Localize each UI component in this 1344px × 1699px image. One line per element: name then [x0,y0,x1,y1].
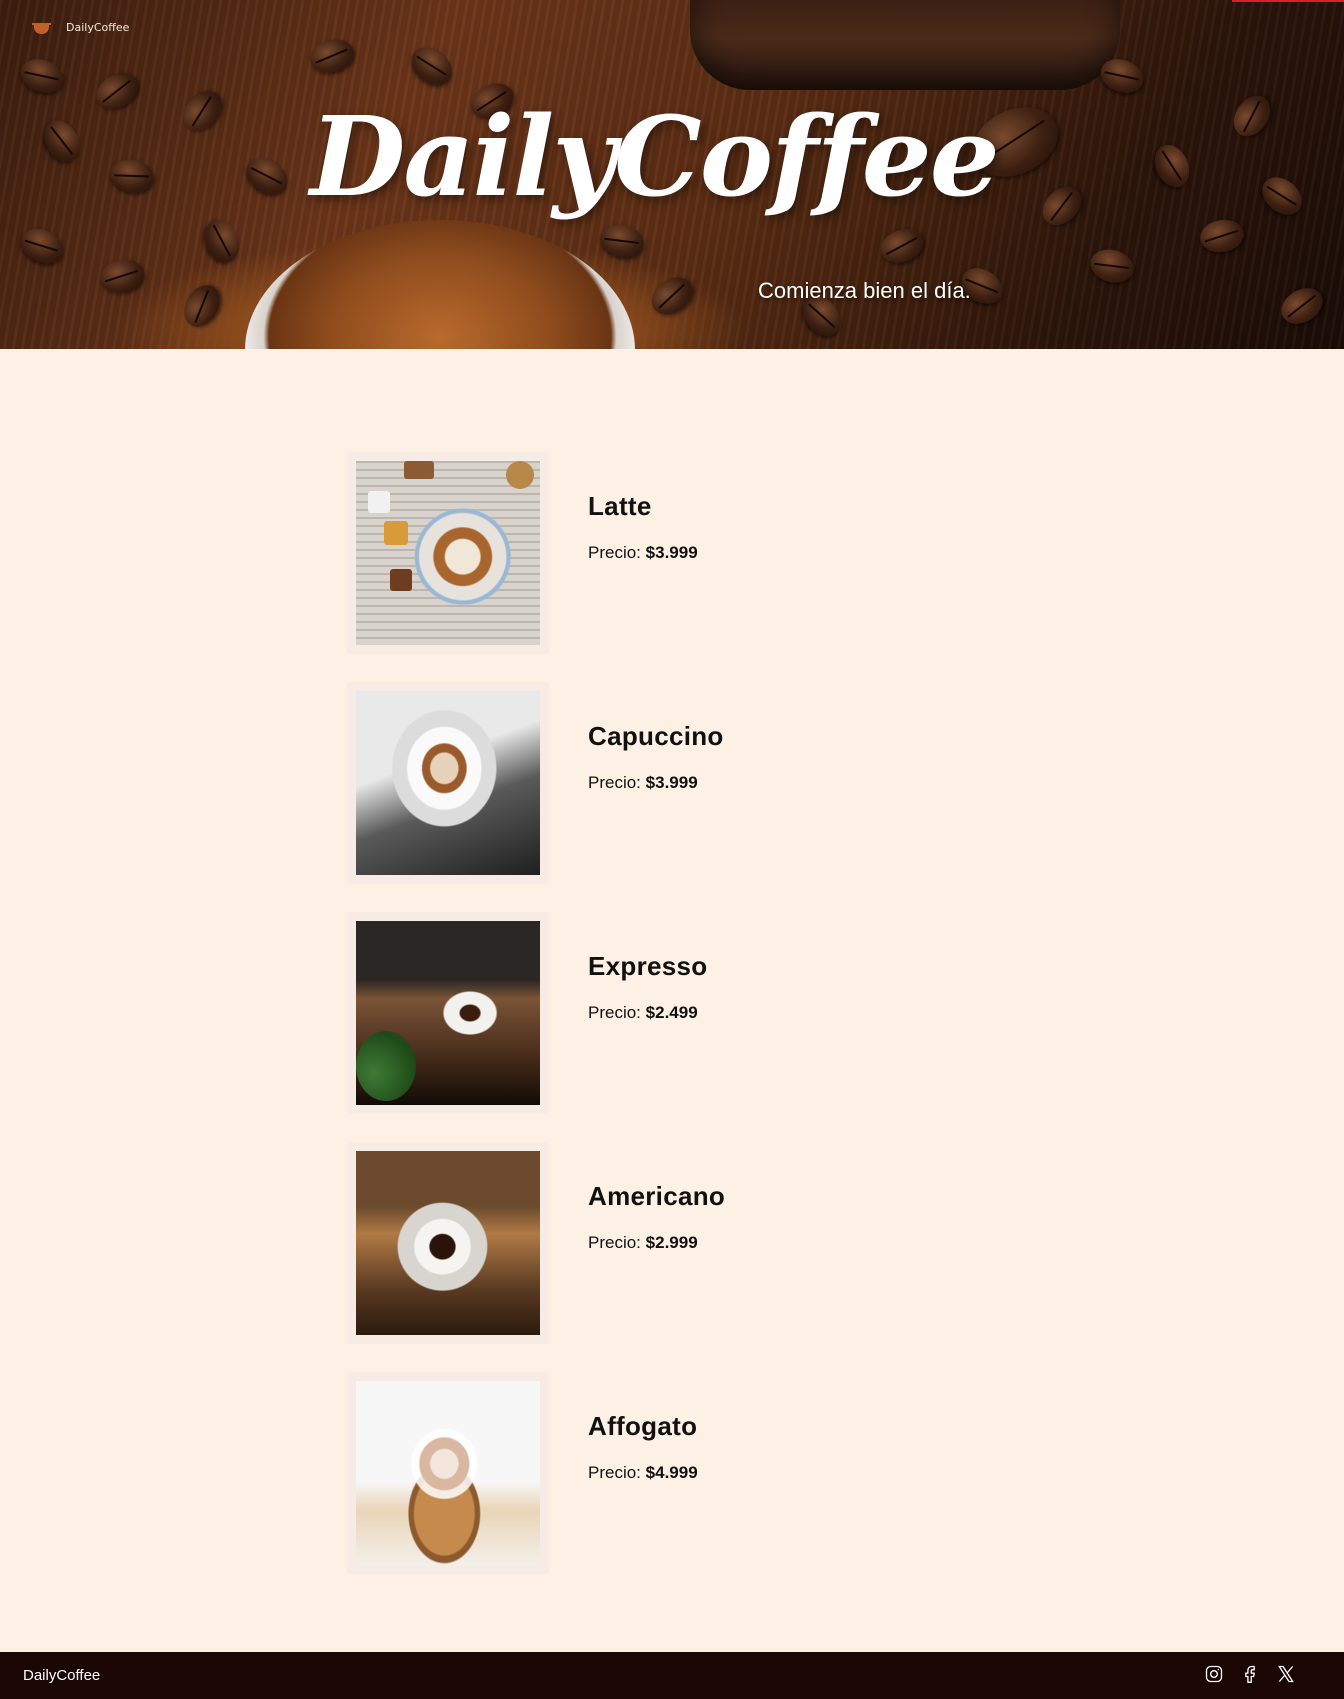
product-name: Affogato [588,1411,698,1441]
coffee-bean [175,83,229,139]
coffee-bean [199,214,245,268]
footer-brand: DailyCoffee [23,1667,101,1684]
americano-photo [356,1151,540,1335]
coffee-grinder-image [690,0,1120,90]
price-label: Precio: [588,1463,641,1482]
coffee-bean [596,219,648,263]
price-value: $3.999 [645,543,698,562]
product-price: Precio: $3.999 [588,773,698,793]
coffee-bean [404,39,460,93]
latte-photo [356,461,540,645]
hero-subtitle: Comienza bien el día. [758,278,971,303]
price-value: $3.999 [645,773,698,792]
price-label: Precio: [588,543,641,562]
product-card-capuccino: Capuccino Precio: $3.999 [348,683,948,883]
coffee-cup-image [245,220,635,349]
product-price: Precio: $3.999 [588,543,698,563]
price-label: Precio: [588,1233,641,1252]
product-image-frame [348,683,548,883]
price-label: Precio: [588,1003,641,1022]
header-accent-line [1232,0,1344,2]
coffee-bean [1197,216,1247,256]
instagram-icon[interactable] [1204,1664,1224,1686]
site-footer: DailyCoffee [0,1652,1344,1699]
product-card-affogato: Affogato Precio: $4.999 [348,1373,948,1573]
coffee-bean [1274,281,1330,331]
price-value: $4.999 [645,1463,698,1482]
coffee-bean [15,53,69,99]
coffee-bean [89,66,145,116]
price-value: $2.499 [645,1003,698,1022]
coffee-bean [177,278,227,334]
product-name: Capuccino [588,721,724,751]
coffee-cup-icon [32,18,54,36]
product-image-frame [348,1143,548,1343]
coffee-bean [1086,244,1138,288]
coffee-bean [97,256,147,296]
product-name: Expresso [588,951,708,981]
hero-title: DailyCoffee [310,92,1000,221]
product-card-expresso: Expresso Precio: $2.499 [348,913,948,1113]
product-name: Americano [588,1181,726,1211]
brand-logo-link[interactable]: DailyCoffee [32,18,129,36]
coffee-bean [1035,179,1089,233]
coffee-bean [644,270,700,322]
product-image-frame [348,1373,548,1573]
product-name: Latte [588,491,652,521]
product-image-frame [348,453,548,653]
coffee-bean [107,156,157,196]
coffee-bean [37,113,87,169]
coffee-bean [306,34,358,78]
social-links [1204,1664,1296,1686]
coffee-bean [875,223,929,269]
product-card-americano: Americano Precio: $2.999 [348,1143,948,1343]
product-price: Precio: $4.999 [588,1463,698,1483]
coffee-bean [1148,139,1196,193]
x-icon[interactable] [1276,1664,1296,1686]
affogato-photo [356,1381,540,1565]
brand-name: DailyCoffee [66,20,130,34]
hero-banner: DailyCoffee DailyCoffee Comienza bien el… [0,0,1344,349]
product-card-latte: Latte Precio: $3.999 [348,453,948,653]
price-value: $2.999 [645,1233,698,1252]
coffee-bean [15,222,69,270]
coffee-bean [239,150,295,202]
coffee-bean [1254,169,1310,223]
product-price: Precio: $2.999 [588,1233,698,1253]
product-image-frame [348,913,548,1113]
price-label: Precio: [588,773,641,792]
expresso-photo [356,921,540,1105]
capuccino-photo [356,691,540,875]
coffee-bean [1226,88,1278,144]
product-price: Precio: $2.499 [588,1003,698,1023]
facebook-icon[interactable] [1240,1664,1260,1686]
